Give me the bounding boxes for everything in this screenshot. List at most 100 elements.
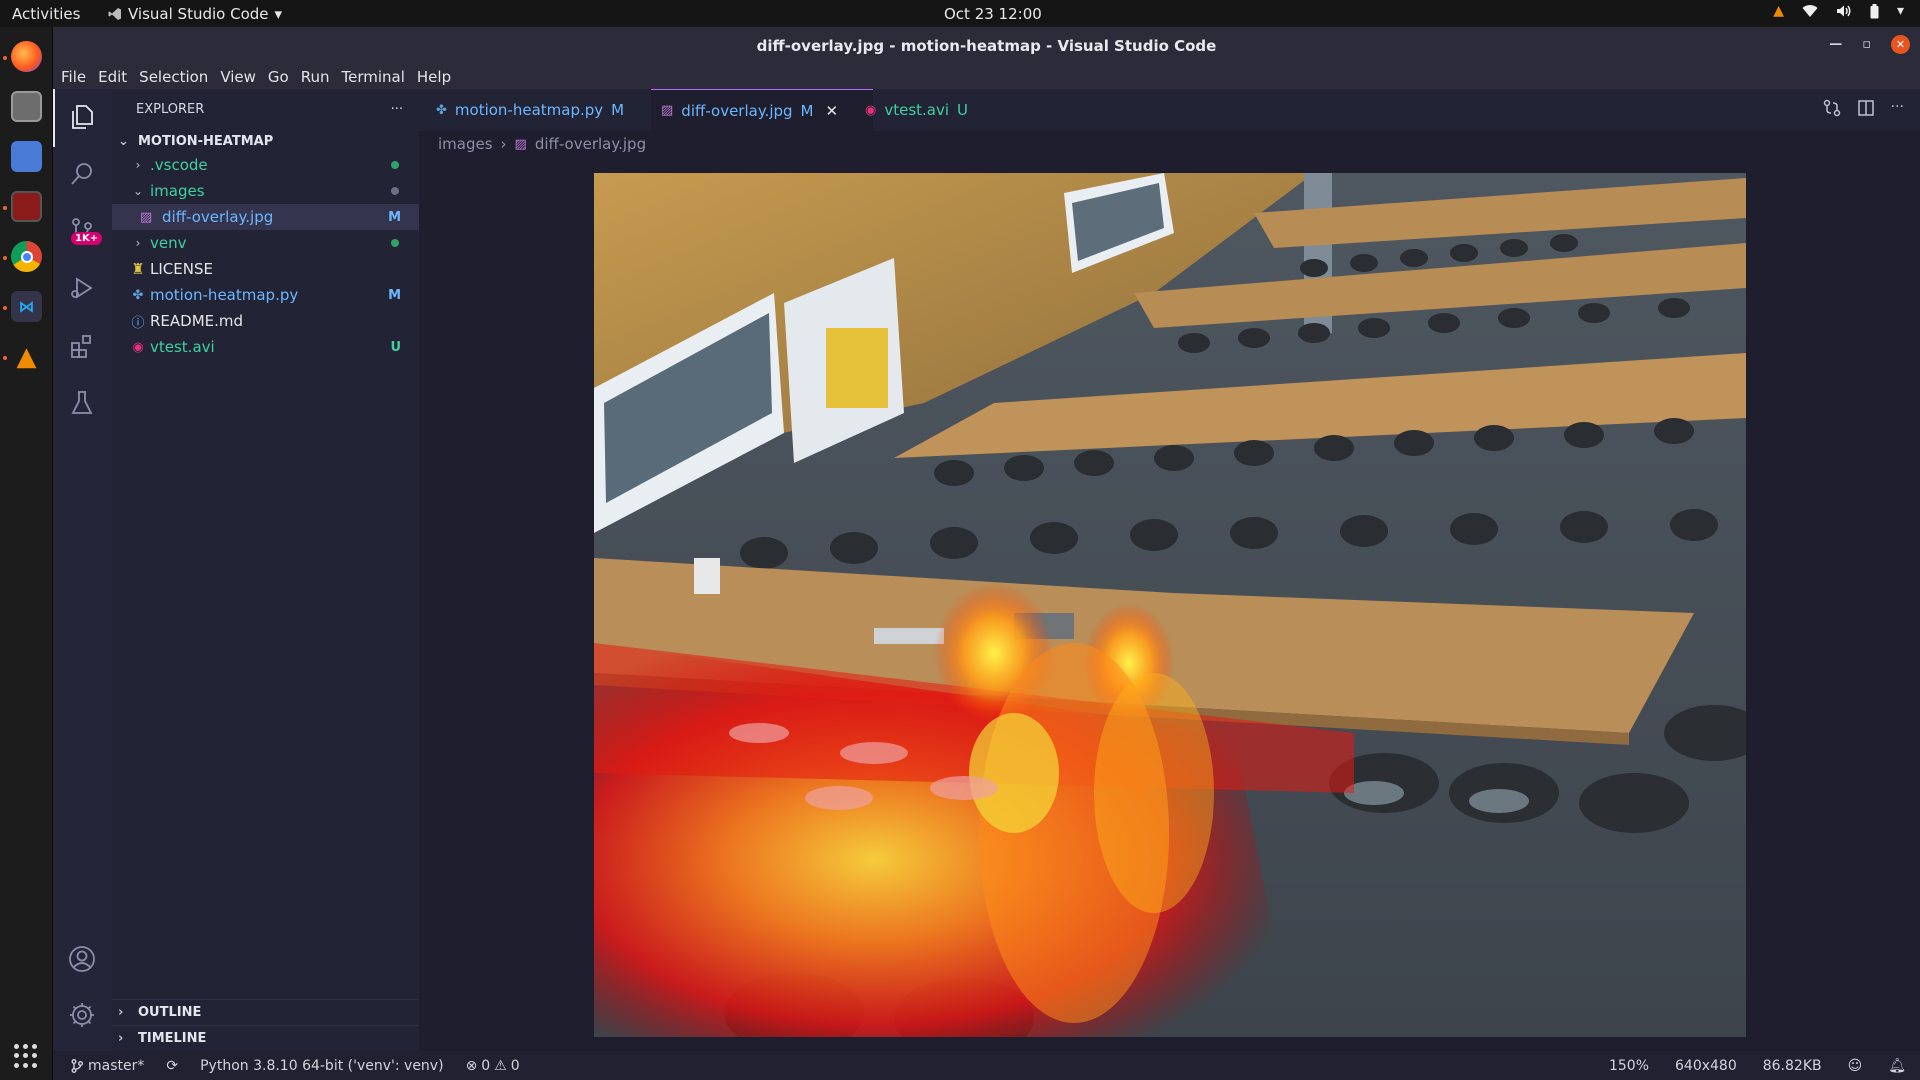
warning-icon: ⚠	[494, 1057, 507, 1074]
image-preview-editor	[419, 157, 1920, 1051]
file-size: 86.82KB	[1762, 1057, 1822, 1074]
active-indicator	[53, 89, 55, 147]
activities-button[interactable]: Activities	[12, 5, 80, 23]
breadcrumb-folder[interactable]: images	[438, 135, 493, 153]
open-changes-icon[interactable]	[1823, 99, 1841, 117]
running-indicator	[3, 206, 7, 210]
tree-item-vtest-avi[interactable]: ◉ vtest.avi U	[112, 334, 419, 360]
git-status-modified: M	[388, 287, 401, 303]
tree-item-label: venv	[150, 234, 187, 252]
tab-diff-overlay-jpg[interactable]: ▨ diff-overlay.jpg M ✕	[651, 89, 873, 131]
chrome-icon[interactable]	[11, 241, 42, 272]
menu-selection[interactable]: Selection	[133, 68, 214, 86]
menu-run[interactable]: Run	[295, 68, 336, 86]
firefox-icon[interactable]	[11, 41, 42, 72]
status-dot	[391, 187, 399, 195]
tab-status: M	[611, 101, 625, 119]
branch-status[interactable]: master*	[71, 1058, 144, 1074]
tree-item-label: diff-overlay.jpg	[162, 208, 274, 226]
git-status-modified: M	[388, 209, 401, 225]
maximize-icon[interactable]: ▫	[1862, 37, 1871, 52]
project-name: MOTION-HEATMAP	[138, 133, 274, 149]
timeline-label: TIMELINE	[138, 1031, 207, 1046]
vlc-icon[interactable]: ▲	[11, 341, 42, 372]
menu-help[interactable]: Help	[411, 68, 457, 86]
tab-vtest-avi[interactable]: ◉ vtest.avi U	[855, 89, 985, 131]
tree-item-venv[interactable]: › venv	[112, 230, 419, 256]
wifi-icon	[1802, 5, 1818, 18]
diff-overlay-image[interactable]	[594, 173, 1746, 1037]
status-bar: master* ⟳ Python 3.8.10 64-bit ('venv': …	[53, 1051, 1920, 1080]
tab-label: diff-overlay.jpg	[681, 101, 793, 120]
menu-file[interactable]: File	[55, 68, 92, 86]
menu-go[interactable]: Go	[262, 68, 295, 86]
menu-edit[interactable]: Edit	[92, 68, 133, 86]
show-applications-icon[interactable]	[14, 1044, 38, 1068]
menu-terminal[interactable]: Terminal	[336, 68, 411, 86]
more-actions-icon[interactable]: ···	[391, 102, 403, 117]
tree-item-images[interactable]: ⌄ images	[112, 178, 419, 204]
zoom-level[interactable]: 150%	[1609, 1058, 1649, 1074]
git-status-untracked: U	[390, 339, 401, 355]
scm-badge: 1K+	[71, 232, 103, 245]
window-title: diff-overlay.jpg - motion-heatmap - Visu…	[756, 36, 1217, 55]
vscode-icon	[108, 8, 121, 20]
notifications-bell-icon[interactable]: 🔔︎	[1888, 1058, 1906, 1074]
tree-item-label: README.md	[150, 312, 244, 330]
python-interpreter[interactable]: Python 3.8.10 64-bit ('venv': venv)	[200, 1058, 443, 1074]
terminal-app-icon[interactable]	[11, 191, 42, 222]
tree-item-label: images	[150, 182, 205, 200]
explorer-icon[interactable]	[66, 101, 98, 133]
tree-item-readme[interactable]: ⓘ README.md	[112, 308, 419, 334]
clock[interactable]: Oct 23 12:00	[944, 5, 1042, 23]
search-icon[interactable]	[66, 158, 98, 190]
sync-icon[interactable]: ⟳	[166, 1058, 178, 1074]
tree-item-license[interactable]: ♜ LICENSE	[112, 256, 419, 282]
tab-label: vtest.avi	[884, 101, 950, 119]
chevron-right-icon: ›	[118, 1031, 124, 1046]
close-window-icon[interactable]: ✕	[1891, 35, 1910, 54]
breadcrumb: images › ▨ diff-overlay.jpg	[419, 131, 1920, 157]
tree-item-label: vtest.avi	[150, 338, 215, 356]
close-tab-icon[interactable]: ✕	[826, 102, 839, 120]
app-menu[interactable]: Visual Studio Code ▾	[108, 5, 282, 23]
settings-gear-icon[interactable]	[66, 999, 98, 1031]
screenshot-app-icon[interactable]	[11, 141, 42, 172]
outline-section-header[interactable]: › OUTLINE	[112, 999, 419, 1025]
problems-status[interactable]: ⊗ 0 ⚠ 0	[466, 1058, 520, 1074]
testing-icon[interactable]	[66, 387, 98, 419]
tree-item-motion-heatmap-py[interactable]: ✤ motion-heatmap.py M	[112, 282, 419, 308]
vscode-dock-icon[interactable]: ⋈	[11, 291, 42, 322]
running-indicator	[3, 56, 7, 60]
vlc-tray-icon[interactable]: ▲	[1773, 3, 1784, 19]
feedback-icon[interactable]: ☺	[1848, 1058, 1863, 1074]
files-icon[interactable]	[11, 91, 42, 122]
menu-bar: File Edit Selection View Go Run Terminal…	[53, 64, 1920, 89]
tree-item-label: LICENSE	[150, 260, 213, 278]
branch-name: master*	[88, 1057, 145, 1074]
tab-motion-heatmap-py[interactable]: ✤ motion-heatmap.py M	[426, 89, 646, 131]
window-title-bar: diff-overlay.jpg - motion-heatmap - Visu…	[53, 27, 1920, 64]
battery-icon	[1870, 3, 1879, 18]
extensions-icon[interactable]	[66, 330, 98, 362]
ubuntu-dock: ⋈ ▲	[0, 27, 53, 1080]
tree-item-vscode[interactable]: › .vscode	[112, 152, 419, 178]
minimize-icon[interactable]: —	[1829, 37, 1842, 52]
project-section-header[interactable]: ⌄ MOTION-HEATMAP	[112, 130, 419, 152]
system-tray[interactable]: ▲ ▾	[1773, 3, 1904, 19]
breadcrumb-file[interactable]: diff-overlay.jpg	[535, 135, 646, 153]
more-actions-icon[interactable]: ···	[1891, 99, 1904, 117]
running-indicator	[3, 356, 7, 360]
accounts-icon[interactable]	[66, 943, 98, 975]
timeline-section-header[interactable]: › TIMELINE	[112, 1025, 419, 1051]
chevron-right-icon: ›	[135, 236, 141, 250]
split-editor-icon[interactable]	[1857, 99, 1875, 117]
menu-view[interactable]: View	[214, 68, 262, 86]
image-dimensions: 640x480	[1675, 1057, 1737, 1074]
info-icon: ⓘ	[131, 315, 145, 331]
license-icon: ♜	[131, 260, 145, 278]
tree-item-diff-overlay[interactable]: ▨ diff-overlay.jpg M	[112, 204, 419, 230]
outline-label: OUTLINE	[138, 1005, 202, 1020]
run-debug-icon[interactable]	[66, 272, 98, 304]
status-dot	[391, 239, 399, 247]
